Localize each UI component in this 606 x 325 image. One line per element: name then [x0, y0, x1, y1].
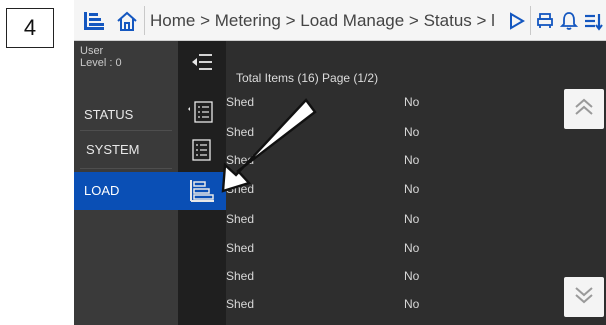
- step-number: 4: [23, 15, 37, 40]
- pointer-arrow: [221, 98, 317, 193]
- device-screen: Home > Metering > Load Manage > Status >…: [74, 0, 606, 325]
- step-number-box: 4: [6, 8, 54, 48]
